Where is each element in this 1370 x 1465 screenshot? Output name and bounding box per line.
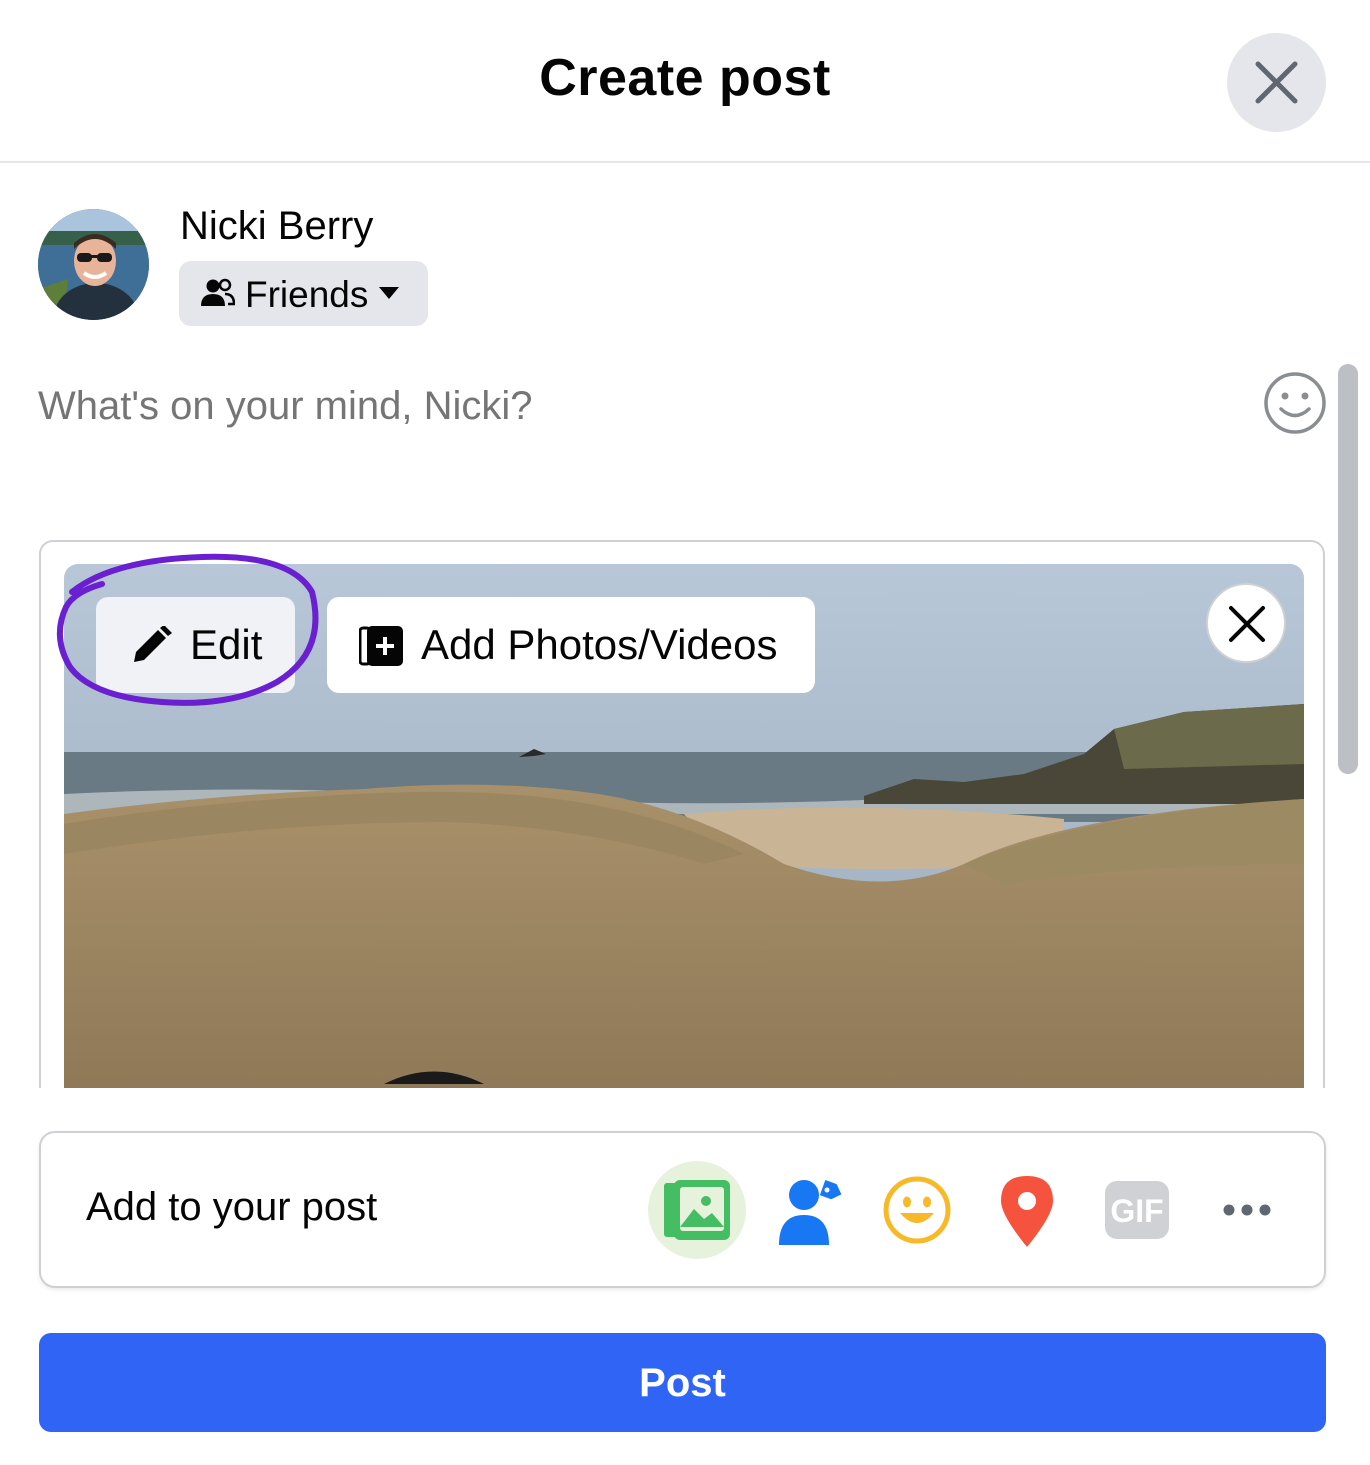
more-icon [1223, 1204, 1271, 1216]
add-to-post-label: Add to your post [86, 1185, 378, 1229]
svg-text:GIF: GIF [1110, 1193, 1163, 1229]
photo-video-icon [664, 1180, 730, 1240]
add-photos-label: Add Photos/Videos [421, 621, 778, 668]
gif-icon: GIF [1105, 1181, 1169, 1239]
post-button-label: Post [639, 1361, 726, 1405]
check-in-icon [1001, 1176, 1053, 1247]
dialog-header: Create post [0, 0, 1370, 163]
avatar[interactable] [38, 209, 149, 320]
add-to-post-bar: Add to your post GIF [39, 1131, 1326, 1288]
pencil-icon [134, 626, 172, 662]
remove-media-button[interactable] [1206, 583, 1286, 663]
photo-video-button[interactable] [648, 1161, 746, 1259]
feeling-activity-button[interactable] [868, 1161, 966, 1259]
feeling-icon [883, 1176, 951, 1244]
post-text-input[interactable] [38, 376, 1238, 436]
tag-people-icon [779, 1180, 842, 1245]
avatar-image [38, 209, 149, 320]
gif-button[interactable]: GIF [1088, 1161, 1186, 1259]
user-name: Nicki Berry [180, 204, 374, 248]
scrollbar-thumb[interactable] [1338, 364, 1358, 774]
close-dialog-button[interactable] [1227, 33, 1326, 132]
more-options-button[interactable] [1198, 1161, 1296, 1259]
tag-people-button[interactable] [758, 1161, 856, 1259]
audience-label: Friends [245, 274, 369, 315]
friends-icon [201, 278, 235, 306]
add-photo-icon [359, 626, 403, 666]
emoji-picker-icon[interactable] [1262, 370, 1328, 436]
edit-media-button[interactable]: Edit [96, 597, 295, 693]
audience-selector-button[interactable]: Friends [179, 261, 428, 326]
post-button[interactable]: Post [39, 1333, 1326, 1432]
close-icon [1229, 606, 1265, 642]
close-icon [1255, 61, 1298, 104]
chevron-down-icon [379, 287, 399, 299]
add-photos-videos-button[interactable]: Add Photos/Videos [327, 597, 815, 693]
dialog-title: Create post [539, 49, 831, 107]
edit-label: Edit [190, 621, 263, 668]
check-in-button[interactable] [978, 1161, 1076, 1259]
